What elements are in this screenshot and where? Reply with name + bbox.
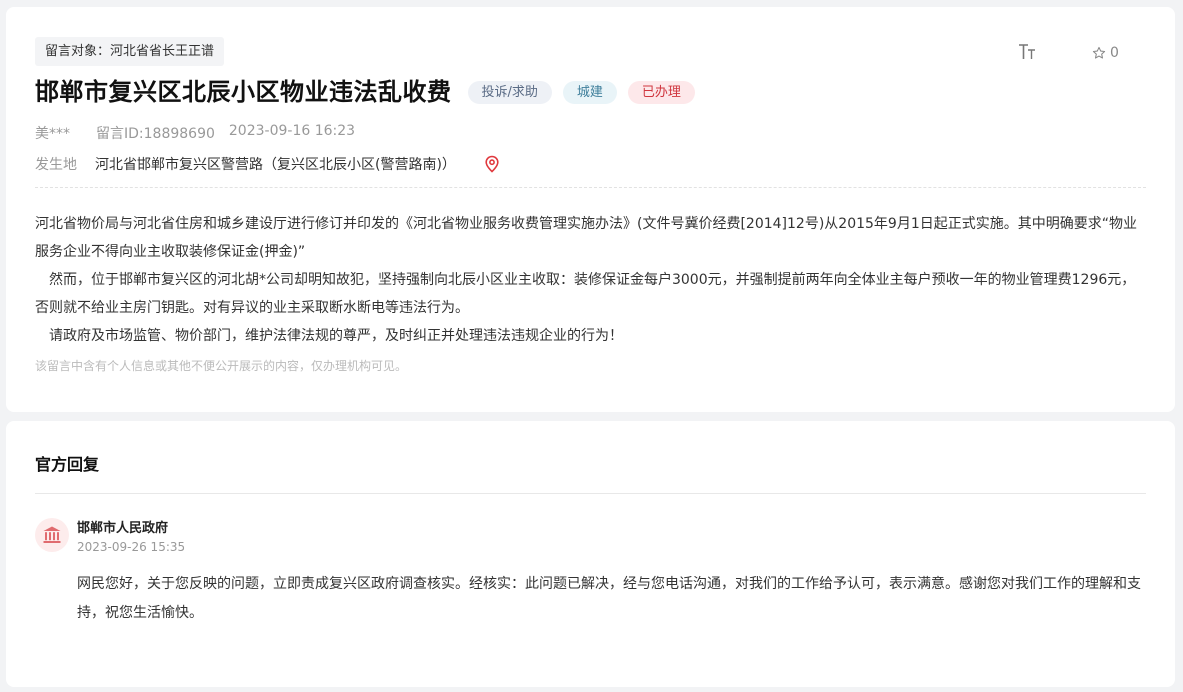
- reply-datetime: 2023-09-26 15:35: [77, 540, 186, 554]
- status-badge: 已办理: [627, 80, 695, 104]
- avatar: [35, 518, 69, 552]
- privacy-note: 该留言中含有个人信息或其他不便公开展示的内容，仅办理机构可见。: [35, 359, 408, 373]
- message-target-tag: 留言对象：河北省省长王正谱: [35, 37, 225, 66]
- message-id: 留言ID:18898690: [96, 126, 215, 142]
- government-building-icon: [43, 526, 61, 543]
- content-paragraph: 河北省物价局与河北省住房和城乡建设厅进行修订并印发的《河北省物业服务收费管理实施…: [35, 216, 1137, 260]
- message-content: 河北省物价局与河北省住房和城乡建设厅进行修订并印发的《河北省物业服务收费管理实施…: [35, 210, 1148, 350]
- favorite-button[interactable]: 0: [1092, 44, 1119, 62]
- location-pin-button[interactable]: [484, 155, 500, 173]
- reply-text: 网民您好，关于您反映的问题，立即责成复兴区政府调查核实。经核实：此问题已解决，经…: [77, 576, 1141, 621]
- title-row: 邯郸市复兴区北辰小区物业违法乱收费 投诉/求助 城建 已办理: [35, 75, 695, 109]
- favorite-count: 0: [1110, 45, 1119, 61]
- page-title: 邯郸市复兴区北辰小区物业违法乱收费: [35, 78, 452, 106]
- reply-section-title: 官方回复: [35, 455, 100, 474]
- reply-card: 官方回复 邯郸市人民政府 2023-09-26 15:35 网民您好，关于您反映…: [6, 421, 1175, 687]
- star-icon: [1092, 46, 1106, 59]
- location-value: 河北省邯郸市复兴区警营路（复兴区北辰小区(警营路南)）: [95, 157, 456, 173]
- content-paragraph: 请政府及市场监管、物价部门，维护法律法规的尊严，及时纠正并处理违法违规企业的行为…: [49, 328, 623, 344]
- message-card: 留言对象：河北省省长王正谱 0 邯郸市复兴区北辰小区物业违法乱收费 投诉/求助 …: [6, 7, 1175, 412]
- content-paragraph: 然而，位于邯郸市复兴区的河北胡*公司却明知故犯，坚持强制向北辰小区业主收取：装修…: [35, 272, 1136, 316]
- divider: [35, 187, 1146, 188]
- post-datetime: 2023-09-16 16:23: [228, 123, 356, 139]
- location-pin-icon: [485, 155, 499, 173]
- location-row: 发生地 河北省邯郸市复兴区警营路（复兴区北辰小区(警营路南)）: [35, 154, 500, 174]
- author-name: 美***: [35, 126, 70, 142]
- font-size-button[interactable]: [1018, 43, 1038, 61]
- post-meta: 美*** 留言ID:18898690 2023-09-16 16:23: [35, 123, 381, 143]
- font-size-icon: [1019, 44, 1035, 59]
- divider: [35, 493, 1146, 494]
- field-badge: 城建: [562, 80, 617, 104]
- type-badge: 投诉/求助: [467, 80, 552, 104]
- reply-org-name: 邯郸市人民政府: [77, 521, 169, 536]
- location-label: 发生地: [35, 157, 77, 173]
